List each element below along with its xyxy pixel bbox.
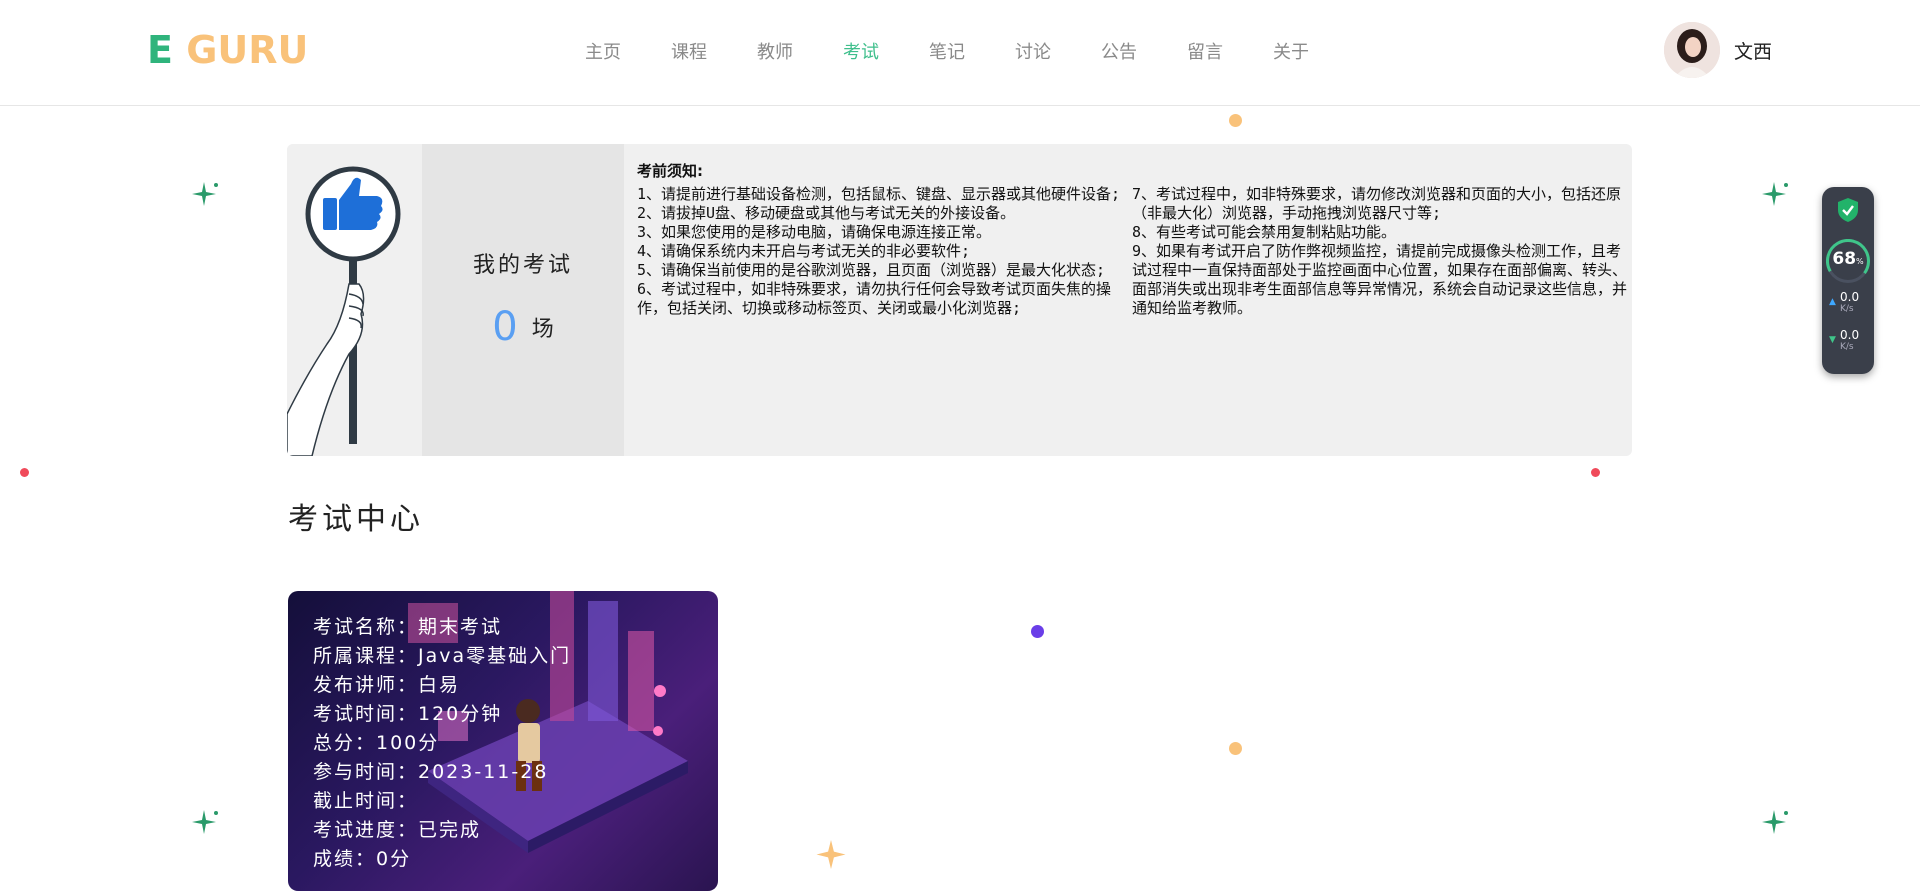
exam-card-fields: 考试名称：期末考试 所属课程：Java零基础入门 发布讲师：白易 考试时间：12… — [313, 613, 571, 874]
nav-courses[interactable]: 课程 — [671, 38, 707, 64]
exam-duration: 考试时间：120分钟 — [313, 703, 503, 725]
upload-speed: 0.0 K/s — [1840, 290, 1860, 314]
my-exams-count: 0场 — [422, 304, 624, 350]
notice-item: 5、请确保当前使用的是谷歌浏览器，且页面（浏览器）是最大化状态; — [637, 261, 1106, 279]
sparkle-icon — [192, 810, 218, 834]
decor-dot — [1229, 114, 1242, 127]
notice-text: 考前须知: 1、请提前进行基础设备检测，包括鼠标、键盘、显示器或其他硬件设备; … — [637, 162, 1627, 318]
my-exams-number: 0 — [492, 304, 518, 350]
my-exams-unit: 场 — [531, 317, 554, 342]
exam-name: 考试名称：期末考试 — [313, 616, 503, 638]
nav-teachers[interactable]: 教师 — [757, 38, 793, 64]
notice-col-left: 1、请提前进行基础设备检测，包括鼠标、键盘、显示器或其他硬件设备; 2、请拔掉U… — [637, 185, 1132, 318]
nav-exams[interactable]: 考试 — [843, 38, 879, 64]
exam-total: 总分：100分 — [313, 732, 440, 754]
notice-item: 1、请提前进行基础设备检测，包括鼠标、键盘、显示器或其他硬件设备; — [637, 185, 1121, 203]
nav-notes[interactable]: 笔记 — [929, 38, 965, 64]
sparkle-icon — [1762, 810, 1788, 834]
download-speed: 0.0 K/s — [1840, 328, 1860, 352]
notice-item: 2、请拔掉U盘、移动硬盘或其他与考试无关的外接设备。 — [637, 204, 1016, 222]
main-nav: 主页 课程 教师 考试 笔记 讨论 公告 留言 关于 — [585, 38, 1359, 64]
sparkle-icon — [816, 840, 846, 869]
user-menu[interactable]: 文西 — [1664, 22, 1772, 78]
notice-col-right: 7、考试过程中，如非特殊要求，请勿修改浏览器和页面的大小，包括还原（非最大化）浏… — [1132, 185, 1627, 318]
exam-join-time: 参与时间：2023-11-28 — [313, 761, 549, 783]
nav-announcements[interactable]: 公告 — [1101, 38, 1137, 64]
exam-deadline: 截止时间： — [313, 790, 419, 812]
decor-dot — [1591, 468, 1600, 477]
exam-progress: 考试进度：已完成 — [313, 819, 482, 841]
logo-e: E — [147, 28, 173, 72]
decor-dot — [20, 468, 29, 477]
download-arrow-icon: ▼ — [1829, 335, 1836, 345]
my-exams-label: 我的考试 — [472, 253, 573, 278]
nav-home[interactable]: 主页 — [585, 38, 621, 64]
notice-item: 8、有些考试可能会禁用复制粘贴功能。 — [1132, 223, 1397, 241]
nav-messages[interactable]: 留言 — [1187, 38, 1223, 64]
header: E GURU 主页 课程 教师 考试 笔记 讨论 公告 留言 关于 文西 — [0, 0, 1920, 106]
usage-percent: 68% — [1832, 249, 1864, 269]
shield-icon — [1838, 198, 1858, 222]
notice-item: 4、请确保系统内未开启与考试无关的非必要软件; — [637, 242, 971, 260]
notice-item: 3、如果您使用的是移动电脑，请确保电源连接正常。 — [637, 223, 992, 241]
sparkle-icon — [192, 182, 218, 206]
user-name[interactable]: 文西 — [1734, 37, 1772, 64]
logo-guru: GURU — [186, 28, 309, 72]
notice-title: 考前须知: — [637, 162, 703, 180]
avatar[interactable] — [1664, 22, 1720, 78]
notice-item: 9、如果有考试开启了防作弊视频监控，请提前完成摄像头检测工作，且考试过程中一直保… — [1132, 242, 1628, 317]
my-exams-box: 我的考试 0场 — [422, 144, 624, 456]
sparkle-icon — [1762, 182, 1788, 206]
speed-widget[interactable]: 68% ▲ 0.0 K/s ▼ 0.0 K/s — [1822, 187, 1874, 374]
exam-card[interactable]: 考试名称：期末考试 所属课程：Java零基础入门 发布讲师：白易 考试时间：12… — [288, 591, 718, 891]
notice-item: 6、考试过程中，如非特殊要求，请勿执行任何会导致考试页面失焦的操作，包括关闭、切… — [637, 280, 1112, 317]
nav-discussion[interactable]: 讨论 — [1015, 38, 1051, 64]
exam-course: 所属课程：Java零基础入门 — [313, 645, 572, 667]
decor-dot — [1031, 625, 1044, 638]
exam-teacher: 发布讲师：白易 — [313, 674, 461, 696]
exam-notice-panel: 我的考试 0场 考前须知: 1、请提前进行基础设备检测，包括鼠标、键盘、显示器或… — [287, 144, 1632, 456]
notice-item: 7、考试过程中，如非特殊要求，请勿修改浏览器和页面的大小，包括还原（非最大化）浏… — [1132, 185, 1622, 222]
section-title: 考试中心 — [288, 502, 424, 537]
nav-about[interactable]: 关于 — [1273, 38, 1309, 64]
exam-score: 成绩：0分 — [313, 848, 412, 870]
thumbs-up-illustration — [287, 144, 422, 456]
upload-arrow-icon: ▲ — [1829, 297, 1836, 307]
site-logo[interactable]: E GURU — [147, 28, 308, 72]
decor-dot — [1229, 742, 1242, 755]
